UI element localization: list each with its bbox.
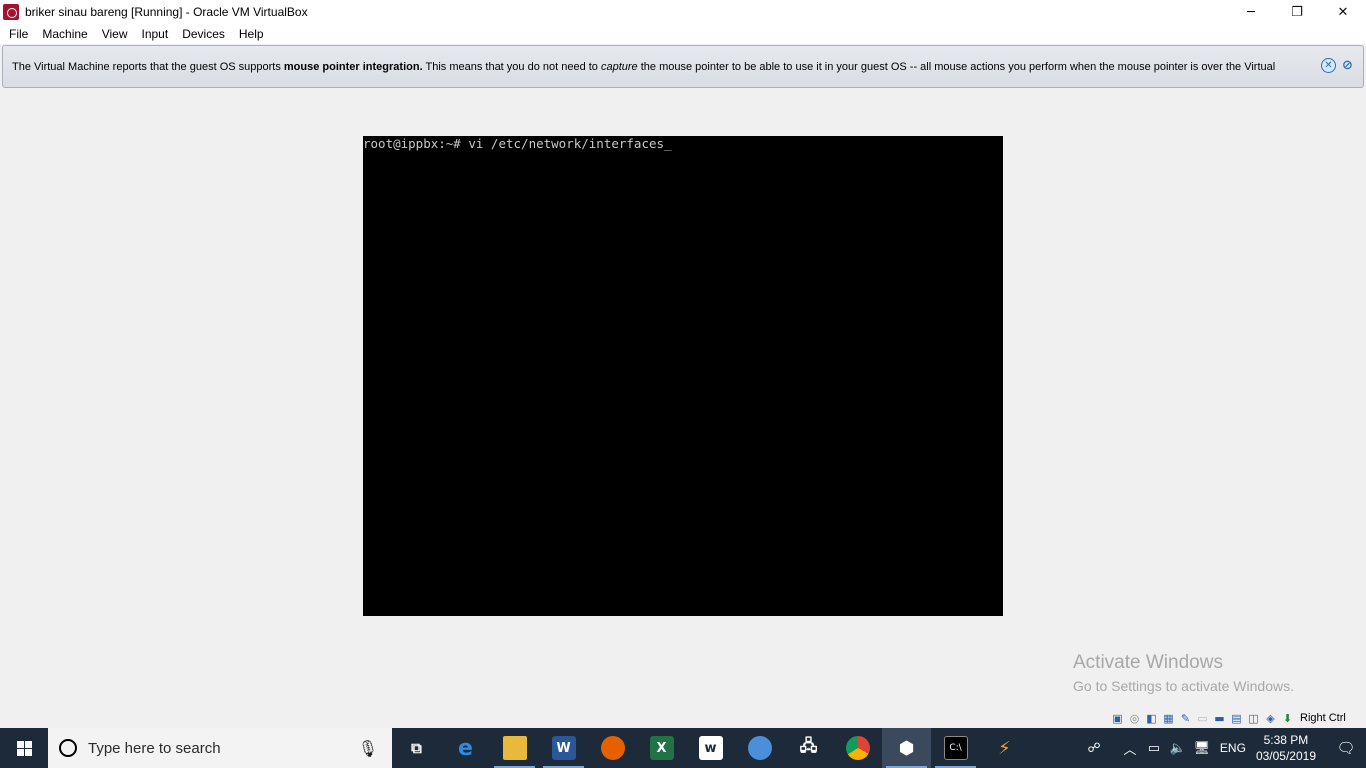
- activate-subtitle: Go to Settings to activate Windows.: [1073, 678, 1294, 694]
- mouse-integration-icon[interactable]: ◈: [1263, 711, 1278, 725]
- cortana-icon: [59, 739, 77, 757]
- taskbar-word[interactable]: W: [539, 728, 588, 768]
- wordpad-w-icon: w: [698, 736, 723, 760]
- windows-logo-icon: [16, 740, 32, 756]
- folder-icon: [502, 736, 527, 760]
- notice-text-part: This means that you do not need to: [422, 60, 601, 73]
- notice-italic-text: capture: [600, 60, 638, 73]
- blue-app-icon: [747, 736, 772, 760]
- winamp-icon: ⚡: [998, 737, 1011, 759]
- console-command-line: root@ippbx:~# vi /etc/network/interfaces…: [363, 136, 672, 151]
- taskbar-blue-app[interactable]: [735, 728, 784, 768]
- taskbar-cmd[interactable]: C:\: [931, 728, 980, 768]
- taskbar-search[interactable]: Type here to search 🎙: [48, 728, 392, 768]
- notice-buttons: ✕ ⊘: [1321, 58, 1355, 73]
- usb-icon[interactable]: ✎: [1178, 711, 1193, 725]
- taskbar-edge[interactable]: e: [441, 728, 490, 768]
- network-computers-icon: 🖧: [799, 735, 818, 755]
- volume-icon[interactable]: 🔈: [1166, 741, 1190, 756]
- menu-devices[interactable]: Devices: [175, 24, 232, 44]
- minimize-button[interactable]: ─: [1228, 0, 1274, 24]
- taskbar-firefox[interactable]: [588, 728, 637, 768]
- system-tray: ☍ ︿ ▭ 🔈 🖥 ENG 5:38 PM 03/05/2019 🗨: [1082, 728, 1366, 768]
- menu-help[interactable]: Help: [232, 24, 271, 44]
- notice-text: The Virtual Machine reports that the gue…: [12, 61, 1275, 73]
- chrome-icon: [845, 736, 870, 760]
- window-controls: ─ ❐ ✕: [1228, 0, 1366, 24]
- shared-folders-icon[interactable]: ▭: [1195, 711, 1210, 725]
- activate-windows-watermark: Activate Windows Go to Settings to activ…: [1073, 652, 1294, 697]
- audio-icon[interactable]: ◧: [1144, 711, 1159, 725]
- close-button[interactable]: ✕: [1320, 0, 1366, 24]
- excel-icon: X: [649, 736, 674, 760]
- disable-notices-icon[interactable]: ⊘: [1340, 58, 1355, 73]
- start-button[interactable]: [0, 728, 48, 768]
- edge-icon: e: [458, 735, 473, 761]
- host-key-label: Right Ctrl: [1300, 712, 1346, 724]
- battery-icon[interactable]: ▭: [1142, 741, 1166, 756]
- notice-text-part: the mouse pointer to be able to use it i…: [637, 60, 1276, 73]
- menu-input[interactable]: Input: [135, 24, 176, 44]
- taskbar: Type here to search 🎙 ⧉ e W X w 🖧 ⬢ C:\ …: [0, 728, 1366, 768]
- cpu-icon[interactable]: ◫: [1246, 711, 1261, 725]
- people-icon[interactable]: ☍: [1082, 741, 1106, 756]
- virtualbox-app-icon: [3, 4, 19, 20]
- taskbar-excel[interactable]: X: [637, 728, 686, 768]
- notice-bold-text: mouse pointer integration.: [283, 60, 423, 73]
- clock[interactable]: 5:38 PM 03/05/2019: [1256, 732, 1316, 764]
- vbox-status-bar: ▣ ◎ ◧ ▦ ✎ ▭ ▬ ▤ ◫ ◈ ⬇ Right Ctrl: [1110, 710, 1346, 726]
- taskbar-virtualbox[interactable]: ⬢: [882, 728, 931, 768]
- window-title: briker sinau bareng [Running] - Oracle V…: [25, 5, 308, 19]
- task-view-button[interactable]: ⧉: [392, 728, 441, 768]
- display-icon[interactable]: ▬: [1212, 711, 1227, 725]
- optical-drive-icon[interactable]: ◎: [1127, 711, 1142, 725]
- keyboard-capture-icon[interactable]: ⬇: [1280, 711, 1295, 725]
- clock-date: 03/05/2019: [1255, 749, 1316, 763]
- video-capture-icon[interactable]: ▤: [1229, 711, 1244, 725]
- activate-title: Activate Windows: [1073, 652, 1223, 673]
- search-placeholder: Type here to search: [88, 739, 221, 757]
- restore-button[interactable]: ❐: [1274, 0, 1320, 24]
- menu-view[interactable]: View: [95, 24, 135, 44]
- network-icon[interactable]: ▦: [1161, 711, 1176, 725]
- mouse-integration-notice: The Virtual Machine reports that the gue…: [2, 45, 1364, 88]
- input-language[interactable]: ENG: [1220, 741, 1246, 755]
- title-bar: briker sinau bareng [Running] - Oracle V…: [0, 0, 1366, 24]
- word-icon: W: [551, 736, 576, 760]
- menu-bar: File Machine View Input Devices Help: [0, 24, 1366, 44]
- command-prompt-icon: C:\: [943, 736, 968, 760]
- taskbar-wordpad[interactable]: w: [686, 728, 735, 768]
- hard-disk-icon[interactable]: ▣: [1110, 711, 1125, 725]
- taskbar-winamp[interactable]: ⚡: [980, 728, 1029, 768]
- taskbar-network-app[interactable]: 🖧: [784, 728, 833, 768]
- network-status-icon[interactable]: 🖥: [1190, 741, 1214, 756]
- taskbar-file-explorer[interactable]: [490, 728, 539, 768]
- vm-display[interactable]: root@ippbx:~# vi /etc/network/interfaces…: [363, 136, 1003, 616]
- task-view-icon: ⧉: [411, 739, 422, 757]
- action-center-icon[interactable]: 🗨: [1326, 728, 1366, 768]
- microphone-icon[interactable]: 🎙: [358, 739, 378, 759]
- show-hidden-icons-chevron-icon[interactable]: ︿: [1118, 739, 1142, 758]
- virtualbox-icon: ⬢: [898, 737, 915, 759]
- firefox-icon: [600, 736, 625, 760]
- taskbar-chrome[interactable]: [833, 728, 882, 768]
- menu-machine[interactable]: Machine: [35, 24, 94, 44]
- close-notice-icon[interactable]: ✕: [1321, 58, 1336, 73]
- clock-time: 5:38 PM: [1263, 733, 1309, 747]
- notice-text-part: The Virtual Machine reports that the gue…: [12, 60, 284, 73]
- menu-file[interactable]: File: [2, 24, 35, 44]
